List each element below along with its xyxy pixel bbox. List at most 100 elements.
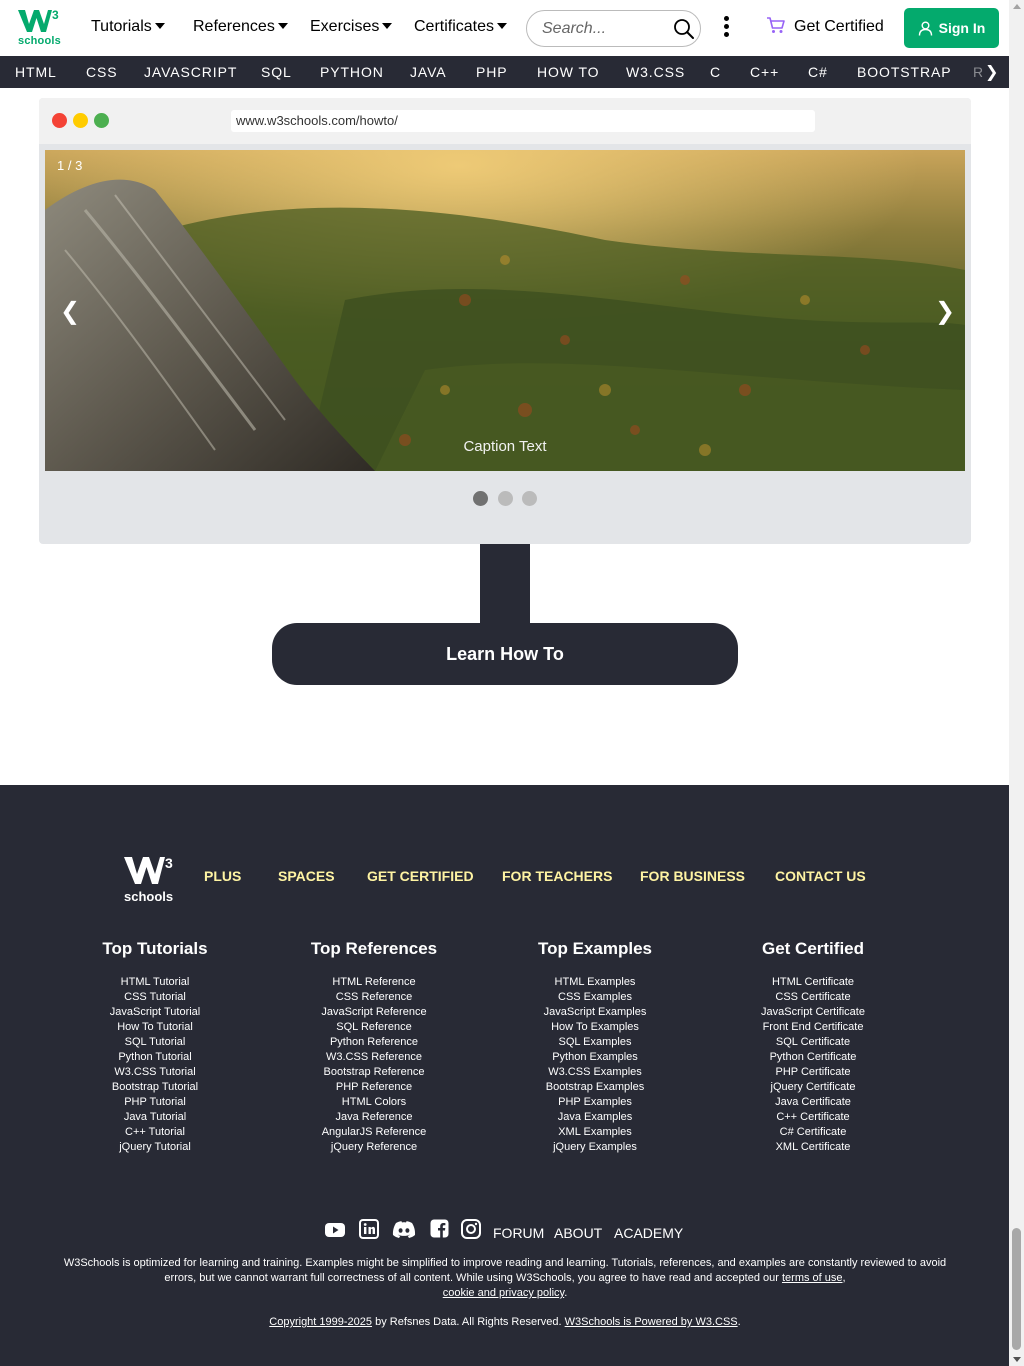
youtube-icon[interactable] — [324, 1219, 346, 1243]
footer-list-link[interactable]: Java Tutorial — [55, 1110, 255, 1125]
footer-list-link[interactable]: How To Tutorial — [55, 1020, 255, 1035]
privacy-policy-link[interactable]: cookie and privacy policy — [443, 1287, 564, 1299]
footer-list-link[interactable]: How To Examples — [495, 1020, 695, 1035]
get-certified-link[interactable]: Get Certified — [766, 17, 884, 36]
subject-how-to[interactable]: HOW TO — [537, 64, 599, 80]
slide-dot-1[interactable] — [473, 491, 488, 506]
subject-javascript[interactable]: JAVASCRIPT — [144, 64, 237, 80]
footer-link-contact-us[interactable]: CONTACT US — [775, 868, 866, 884]
instagram-icon[interactable] — [461, 1219, 481, 1243]
subject-w3css[interactable]: W3.CSS — [626, 64, 685, 80]
footer-list-link[interactable]: jQuery Examples — [495, 1140, 695, 1155]
footer-list-link[interactable]: CSS Examples — [495, 990, 695, 1005]
terms-of-use-link[interactable]: terms of use — [782, 1272, 843, 1284]
slide-dot-3[interactable] — [522, 491, 537, 506]
slide-prev-icon[interactable]: ❮ — [60, 300, 80, 324]
footer-link-plus[interactable]: PLUS — [204, 868, 241, 884]
footer-list-link[interactable]: HTML Examples — [495, 975, 695, 990]
subject-bootstrap[interactable]: BOOTSTRAP — [857, 64, 951, 80]
footer-list-link[interactable]: Bootstrap Reference — [274, 1065, 474, 1080]
footer-list-link[interactable]: Bootstrap Tutorial — [55, 1080, 255, 1095]
footer-list-link[interactable]: CSS Certificate — [713, 990, 913, 1005]
footer-list-link[interactable]: W3.CSS Tutorial — [55, 1065, 255, 1080]
page-scrollbar[interactable] — [1009, 0, 1024, 1366]
menu-exercises[interactable]: Exercises — [310, 18, 393, 36]
footer-list-link[interactable]: PHP Examples — [495, 1095, 695, 1110]
footer-link-spaces[interactable]: SPACES — [278, 868, 335, 884]
footer-list-link[interactable]: W3.CSS Reference — [274, 1050, 474, 1065]
footer-link-get-certified[interactable]: GET CERTIFIED — [367, 868, 474, 884]
footer-list-link[interactable]: Java Certificate — [713, 1095, 913, 1110]
scroll-down-arrow-icon[interactable] — [1013, 1357, 1021, 1362]
w3schools-logo[interactable]: 3 schools — [16, 6, 62, 50]
footer-list-link[interactable]: JavaScript Examples — [495, 1005, 695, 1020]
footer-list-link[interactable]: Python Certificate — [713, 1050, 913, 1065]
footer-list-link[interactable]: CSS Tutorial — [55, 990, 255, 1005]
menu-tutorials[interactable]: Tutorials — [91, 18, 165, 36]
footer-list-link[interactable]: jQuery Reference — [274, 1140, 474, 1155]
subject-scroll-right-icon[interactable]: ❯ — [985, 62, 998, 82]
footer-list-link[interactable]: PHP Certificate — [713, 1065, 913, 1080]
linkedin-icon[interactable] — [359, 1219, 379, 1243]
footer-list-link[interactable]: PHP Reference — [274, 1080, 474, 1095]
search-input[interactable] — [542, 19, 662, 39]
footer-list-link[interactable]: SQL Examples — [495, 1035, 695, 1050]
footer-list-link[interactable]: XML Certificate — [713, 1140, 913, 1155]
learn-how-to-button[interactable]: Learn How To — [272, 623, 738, 685]
subject-python[interactable]: PYTHON — [320, 64, 384, 80]
footer-list-link[interactable]: Bootstrap Examples — [495, 1080, 695, 1095]
menu-certificates[interactable]: Certificates — [414, 18, 508, 36]
footer-list-link[interactable]: C++ Tutorial — [55, 1125, 255, 1140]
footer-w3schools-logo[interactable]: 3 schools — [122, 853, 178, 905]
footer-academy-link[interactable]: ACADEMY — [614, 1225, 683, 1241]
subject-cpp[interactable]: C++ — [750, 64, 779, 80]
footer-list-link[interactable]: Java Reference — [274, 1110, 474, 1125]
footer-list-link[interactable]: HTML Tutorial — [55, 975, 255, 990]
footer-list-link[interactable]: C# Certificate — [713, 1125, 913, 1140]
facebook-icon[interactable] — [430, 1219, 449, 1243]
footer-forum-link[interactable]: FORUM — [493, 1225, 544, 1241]
footer-list-link[interactable]: HTML Reference — [274, 975, 474, 990]
footer-list-link[interactable]: PHP Tutorial — [55, 1095, 255, 1110]
footer-list-link[interactable]: SQL Certificate — [713, 1035, 913, 1050]
footer-list-link[interactable]: Python Examples — [495, 1050, 695, 1065]
search-icon[interactable] — [673, 18, 695, 40]
footer-list-link[interactable]: XML Examples — [495, 1125, 695, 1140]
menu-references[interactable]: References — [193, 18, 288, 36]
sign-in-button[interactable]: Sign In — [904, 8, 999, 48]
footer-link-for-teachers[interactable]: FOR TEACHERS — [502, 868, 612, 884]
subject-css[interactable]: CSS — [86, 64, 118, 80]
slide-dot-2[interactable] — [498, 491, 513, 506]
copyright-link[interactable]: Copyright 1999-2025 — [269, 1316, 372, 1328]
subject-php[interactable]: PHP — [476, 64, 508, 80]
more-menu-icon[interactable] — [717, 16, 735, 42]
powered-by-link[interactable]: W3Schools is Powered by W3.CSS — [565, 1316, 738, 1328]
subject-java[interactable]: JAVA — [410, 64, 447, 80]
scrollbar-thumb[interactable] — [1012, 1228, 1021, 1350]
discord-icon[interactable] — [391, 1219, 417, 1243]
subject-html[interactable]: HTML — [15, 64, 57, 80]
footer-link-for-business[interactable]: FOR BUSINESS — [640, 868, 745, 884]
footer-list-link[interactable]: JavaScript Tutorial — [55, 1005, 255, 1020]
subject-sql[interactable]: SQL — [261, 64, 292, 80]
footer-list-link[interactable]: JavaScript Certificate — [713, 1005, 913, 1020]
footer-about-link[interactable]: ABOUT — [554, 1225, 602, 1241]
footer-list-link[interactable]: CSS Reference — [274, 990, 474, 1005]
footer-list-link[interactable]: SQL Reference — [274, 1020, 474, 1035]
footer-list-link[interactable]: AngularJS Reference — [274, 1125, 474, 1140]
footer-list-link[interactable]: Python Reference — [274, 1035, 474, 1050]
scroll-up-arrow-icon[interactable] — [1013, 4, 1021, 9]
subject-c[interactable]: C — [710, 64, 721, 80]
footer-list-link[interactable]: HTML Colors — [274, 1095, 474, 1110]
footer-list-link[interactable]: jQuery Tutorial — [55, 1140, 255, 1155]
slide-next-icon[interactable]: ❯ — [935, 300, 955, 324]
subject-csharp[interactable]: C# — [808, 64, 828, 80]
footer-list-link[interactable]: Java Examples — [495, 1110, 695, 1125]
footer-list-link[interactable]: Front End Certificate — [713, 1020, 913, 1035]
footer-list-link[interactable]: JavaScript Reference — [274, 1005, 474, 1020]
footer-list-link[interactable]: W3.CSS Examples — [495, 1065, 695, 1080]
footer-list-link[interactable]: C++ Certificate — [713, 1110, 913, 1125]
footer-list-link[interactable]: SQL Tutorial — [55, 1035, 255, 1050]
footer-list-link[interactable]: Python Tutorial — [55, 1050, 255, 1065]
footer-list-link[interactable]: HTML Certificate — [713, 975, 913, 990]
